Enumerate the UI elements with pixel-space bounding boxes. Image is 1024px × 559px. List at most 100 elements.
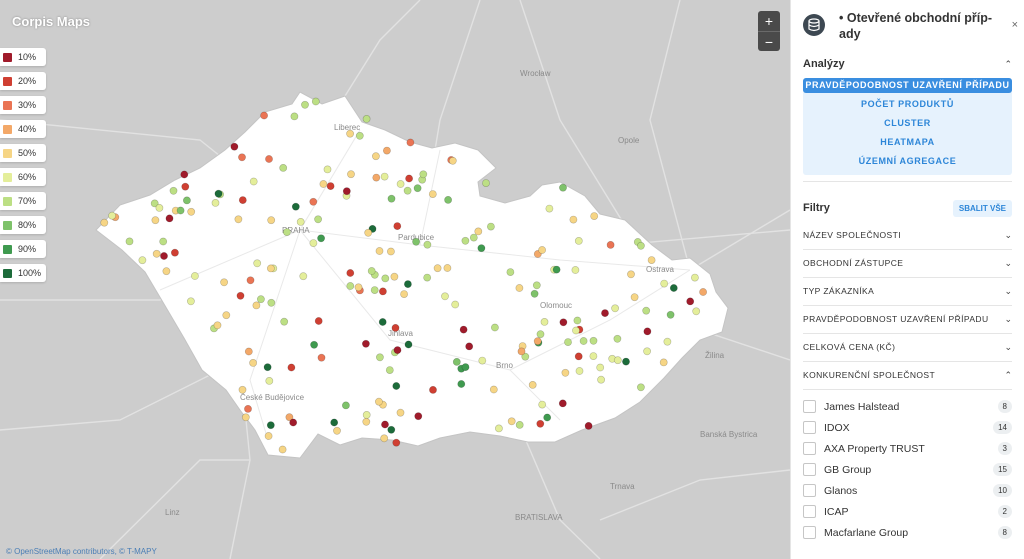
deal-marker[interactable] <box>400 290 408 298</box>
competitor-checkbox[interactable] <box>803 526 816 539</box>
deal-marker[interactable] <box>260 111 268 120</box>
competitor-item[interactable]: James Halstead 8 <box>791 396 1024 417</box>
deal-marker[interactable] <box>433 264 442 273</box>
deal-marker[interactable] <box>266 421 275 430</box>
deal-marker[interactable] <box>559 183 567 192</box>
deal-marker[interactable] <box>574 352 583 361</box>
deal-marker[interactable] <box>392 438 401 447</box>
map-area[interactable]: Wrocław Opole Ostrava Olomouc Brno Jihlava Par… <box>0 0 790 559</box>
deal-marker[interactable] <box>326 182 335 190</box>
deal-marker[interactable] <box>266 264 275 273</box>
deal-marker[interactable] <box>596 363 605 372</box>
deal-marker[interactable] <box>686 297 695 306</box>
deal-marker[interactable] <box>152 249 161 258</box>
deal-marker[interactable] <box>666 310 675 319</box>
deal-marker[interactable] <box>637 241 645 250</box>
deal-marker[interactable] <box>569 215 578 224</box>
deal-marker[interactable] <box>181 182 190 191</box>
deal-marker[interactable] <box>515 284 524 292</box>
deal-marker[interactable] <box>330 418 339 427</box>
deal-marker[interactable] <box>490 323 499 332</box>
deal-marker[interactable] <box>265 155 273 163</box>
filter-row[interactable]: KONKURENČNÍ SPOLEČNOST ⌃ <box>803 362 1012 390</box>
deal-marker[interactable] <box>392 382 401 390</box>
chevron-down-icon[interactable]: ⌄ <box>1004 314 1012 325</box>
deal-marker[interactable] <box>347 170 355 179</box>
deal-marker[interactable] <box>381 274 390 283</box>
chevron-up-icon[interactable]: ⌃ <box>1004 59 1012 70</box>
deal-marker[interactable] <box>238 153 246 162</box>
deal-marker[interactable] <box>517 347 526 356</box>
close-button[interactable]: × <box>1012 19 1018 31</box>
deal-marker[interactable] <box>222 311 231 320</box>
analysis-option[interactable]: ÚZEMNÍ AGREGACE <box>803 152 1012 171</box>
deal-marker[interactable] <box>561 368 570 377</box>
deal-marker[interactable] <box>530 289 539 298</box>
competitor-item[interactable]: GB Group 15 <box>791 459 1024 480</box>
deal-marker[interactable] <box>263 363 272 372</box>
deal-marker[interactable] <box>249 177 258 186</box>
deal-marker[interactable] <box>364 228 373 237</box>
deal-marker[interactable] <box>211 198 220 207</box>
deal-marker[interactable] <box>663 337 672 346</box>
deal-marker[interactable] <box>381 420 389 429</box>
deal-marker[interactable] <box>249 358 257 367</box>
deal-marker[interactable] <box>584 421 593 430</box>
deal-marker[interactable] <box>691 273 699 282</box>
deal-marker[interactable] <box>214 189 223 198</box>
competitor-item[interactable]: ICAP 2 <box>791 501 1024 522</box>
deal-marker[interactable] <box>443 264 452 272</box>
deal-marker[interactable] <box>264 432 273 440</box>
deal-marker[interactable] <box>108 211 116 220</box>
deal-marker[interactable] <box>361 339 370 348</box>
deal-marker[interactable] <box>404 340 413 349</box>
map-attribution[interactable]: © OpenStreetMap contributors, © T-MAPY <box>6 547 157 556</box>
deal-marker[interactable] <box>643 347 651 356</box>
competitor-checkbox[interactable] <box>803 400 816 413</box>
deal-marker[interactable] <box>540 317 549 326</box>
filter-row[interactable]: TYP ZÁKAZNÍKA ⌄ <box>803 278 1012 306</box>
deal-marker[interactable] <box>380 434 389 443</box>
deal-marker[interactable] <box>643 327 652 336</box>
deal-marker[interactable] <box>486 222 495 231</box>
deal-marker[interactable] <box>279 163 288 172</box>
deal-marker[interactable] <box>414 412 423 421</box>
competitor-item[interactable]: Glanos 10 <box>791 480 1024 501</box>
deal-marker[interactable] <box>160 252 168 260</box>
deal-marker[interactable] <box>309 239 318 247</box>
deal-marker[interactable] <box>572 326 580 335</box>
deal-marker[interactable] <box>494 424 503 433</box>
deal-marker[interactable] <box>362 115 371 123</box>
chevron-down-icon[interactable]: ⌄ <box>1004 342 1012 353</box>
deal-marker[interactable] <box>280 317 289 326</box>
deal-marker[interactable] <box>589 352 598 360</box>
deal-marker[interactable] <box>309 197 318 206</box>
deal-marker[interactable] <box>571 266 580 274</box>
deal-marker[interactable] <box>186 297 195 306</box>
deal-marker[interactable] <box>342 187 351 196</box>
competitor-item[interactable]: Macfarlane Group 8 <box>791 522 1024 543</box>
deal-marker[interactable] <box>290 112 299 121</box>
deal-marker[interactable] <box>296 217 305 226</box>
deal-marker[interactable] <box>403 186 412 195</box>
deal-marker[interactable] <box>182 196 191 205</box>
deal-marker[interactable] <box>465 342 474 351</box>
deal-marker[interactable] <box>590 212 599 220</box>
deal-marker[interactable] <box>236 291 245 300</box>
deal-marker[interactable] <box>423 240 432 249</box>
deal-marker[interactable] <box>159 237 168 246</box>
deal-marker[interactable] <box>630 293 639 302</box>
deal-marker[interactable] <box>545 204 554 213</box>
deal-marker[interactable] <box>461 363 470 371</box>
deal-marker[interactable] <box>575 367 584 375</box>
deal-marker[interactable] <box>246 276 255 285</box>
deal-marker[interactable] <box>382 146 391 155</box>
deal-marker[interactable] <box>419 170 428 179</box>
deal-marker[interactable] <box>396 408 405 417</box>
deal-marker[interactable] <box>538 400 547 409</box>
deal-marker[interactable] <box>574 236 583 245</box>
chevron-down-icon[interactable]: ⌄ <box>1004 258 1012 269</box>
deal-marker[interactable] <box>100 218 109 227</box>
deal-marker[interactable] <box>543 413 552 422</box>
deal-marker[interactable] <box>125 237 134 246</box>
